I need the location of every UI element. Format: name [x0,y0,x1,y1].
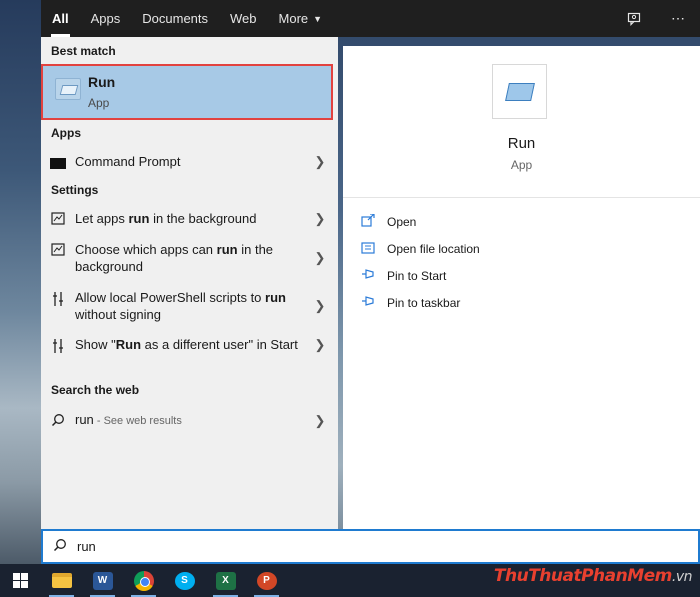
settings-page-icon [41,241,75,256]
apps-header: Apps [51,126,81,140]
list-item-label: run - See web results [75,412,182,427]
best-match-result[interactable]: Run App [41,64,333,120]
chevron-right-icon[interactable]: ❯ [307,250,333,266]
action-label: Pin to Start [387,268,447,283]
windows-start-icon[interactable] [0,564,41,597]
tab-label: Documents [142,11,209,26]
list-item-setting[interactable]: Let apps run in the background ❯ [41,210,333,227]
preview-title: Run [507,135,536,152]
list-item-web-search[interactable]: run - See web results ❯ [41,411,333,430]
results-list: Best match Run App Apps Command Prompt ❯… [41,37,338,529]
chevron-right-icon[interactable]: ❯ [307,413,333,429]
feedback-icon[interactable] [612,0,656,37]
command-prompt-icon [41,153,75,169]
tab-label: Apps [90,11,121,26]
action-label: Open file location [387,242,480,256]
list-item-command-prompt[interactable]: Command Prompt ❯ [41,153,333,170]
header-actions: ⋯ [612,0,700,37]
search-header: All Apps Documents Web More ▼ ⋯ [41,0,700,37]
settings-toolbar-icon [41,336,75,354]
divider [343,197,700,198]
settings-page-icon [41,210,75,225]
pin-icon [361,268,387,283]
list-item-label: Command Prompt [75,154,181,169]
chevron-right-icon[interactable]: ❯ [307,337,333,353]
run-app-icon [492,64,547,119]
list-item-setting[interactable]: Show "Run as a different user" in Start … [41,336,333,354]
tab-all[interactable]: All [41,0,80,37]
open-icon [361,213,387,230]
tab-web[interactable]: Web [219,0,268,37]
result-type: App [88,96,110,110]
result-name: Run [88,74,116,90]
chevron-right-icon[interactable]: ❯ [307,211,333,227]
skype-icon[interactable]: S [164,564,205,597]
search-icon [41,411,75,427]
run-app-icon [55,78,81,100]
settings-toolbar-icon [41,289,75,307]
tab-documents[interactable]: Documents [131,0,219,37]
action-label: Open [387,215,417,229]
powerpoint-icon[interactable]: P [246,564,287,597]
caret-down-icon: ▼ [313,13,323,24]
tab-more[interactable]: More ▼ [268,0,334,37]
settings-header: Settings [51,183,99,197]
chevron-right-icon[interactable]: ❯ [307,154,333,170]
best-match-header: Best match [51,44,116,58]
preview-type: App [510,158,533,172]
search-box [41,529,700,564]
more-options-icon[interactable]: ⋯ [656,0,700,37]
list-item-label: Let apps run in the background [75,211,257,226]
file-explorer-icon[interactable] [41,564,82,597]
tab-apps[interactable]: Apps [80,0,132,37]
tab-label: More [278,11,309,26]
search-icon [43,538,77,555]
word-icon[interactable]: W [82,564,123,597]
list-item-setting[interactable]: Choose which apps can run in the backgro… [41,241,333,275]
watermark-logo: ThuThuatPhanMem.vn [493,566,693,586]
list-item-label: Show "Run as a different user" in Start [75,337,298,352]
search-web-header: Search the web [51,383,140,397]
chrome-icon[interactable] [123,564,164,597]
action-label: Pin to taskbar [387,295,461,310]
action-pin-to-start[interactable]: Pin to Start [361,268,446,283]
search-input[interactable] [77,539,577,554]
action-pin-to-taskbar[interactable]: Pin to taskbar [361,295,460,310]
tab-label: Web [230,11,257,26]
action-open-file-location[interactable]: Open file location [361,241,480,257]
list-item-setting[interactable]: Allow local PowerShell scripts to run wi… [41,289,333,323]
list-item-label: Allow local PowerShell scripts to run wi… [75,290,286,322]
chevron-right-icon[interactable]: ❯ [307,298,333,314]
action-open[interactable]: Open [361,213,417,230]
folder-location-icon [361,241,387,257]
preview-pane: Run App Open Open file location Pin to S… [343,46,700,529]
tab-label: All [52,11,69,26]
list-item-label: Choose which apps can run in the backgro… [75,242,274,274]
pin-icon [361,295,387,310]
excel-icon[interactable]: X [205,564,246,597]
desktop-background [0,0,41,567]
